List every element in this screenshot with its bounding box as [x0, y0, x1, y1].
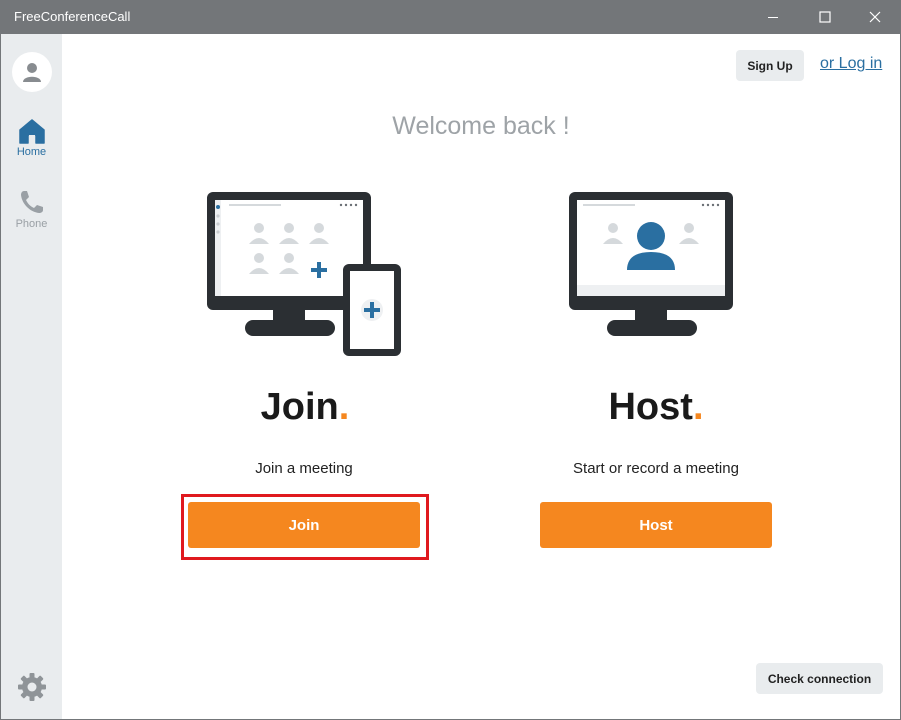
join-button[interactable]: Join [188, 502, 420, 548]
settings-button[interactable] [17, 672, 47, 702]
join-illustration [207, 192, 401, 356]
minimize-icon [768, 17, 778, 18]
sidebar-item-phone[interactable]: Phone [1, 188, 62, 244]
join-subtitle: Join a meeting [255, 460, 353, 477]
join-heading-dot: . [338, 386, 350, 428]
avatar[interactable] [12, 52, 52, 92]
sidebar: Home Phone [1, 34, 62, 719]
home-icon [18, 119, 45, 144]
close-button[interactable] [852, 0, 898, 34]
join-heading-text: Join [260, 386, 339, 428]
window-title: FreeConferenceCall [14, 9, 131, 24]
join-heading: Join. [185, 386, 425, 429]
maximize-icon [819, 11, 831, 23]
log-in-link[interactable]: or Log in [820, 55, 882, 73]
close-icon [869, 11, 881, 23]
maximize-button[interactable] [802, 0, 848, 34]
gear-icon [18, 673, 46, 701]
sign-up-button[interactable]: Sign Up [736, 50, 804, 81]
title-bar: FreeConferenceCall [0, 0, 901, 34]
app-window: FreeConferenceCall Home Phone Sign Up or… [0, 0, 901, 720]
welcome-heading: Welcome back ! [392, 112, 570, 140]
sidebar-item-label: Home [16, 146, 47, 158]
user-icon [23, 63, 41, 82]
sidebar-item-home[interactable]: Home [1, 118, 62, 174]
host-illustration [569, 192, 733, 336]
check-connection-button[interactable]: Check connection [756, 663, 883, 694]
minimize-button[interactable] [750, 0, 796, 34]
sidebar-item-label: Phone [15, 218, 48, 230]
host-button[interactable]: Host [540, 502, 772, 548]
host-heading-dot: . [692, 386, 704, 428]
host-heading-text: Host [608, 386, 693, 428]
phone-icon [20, 191, 43, 213]
host-heading: Host. [536, 386, 776, 429]
host-subtitle: Start or record a meeting [573, 460, 739, 477]
